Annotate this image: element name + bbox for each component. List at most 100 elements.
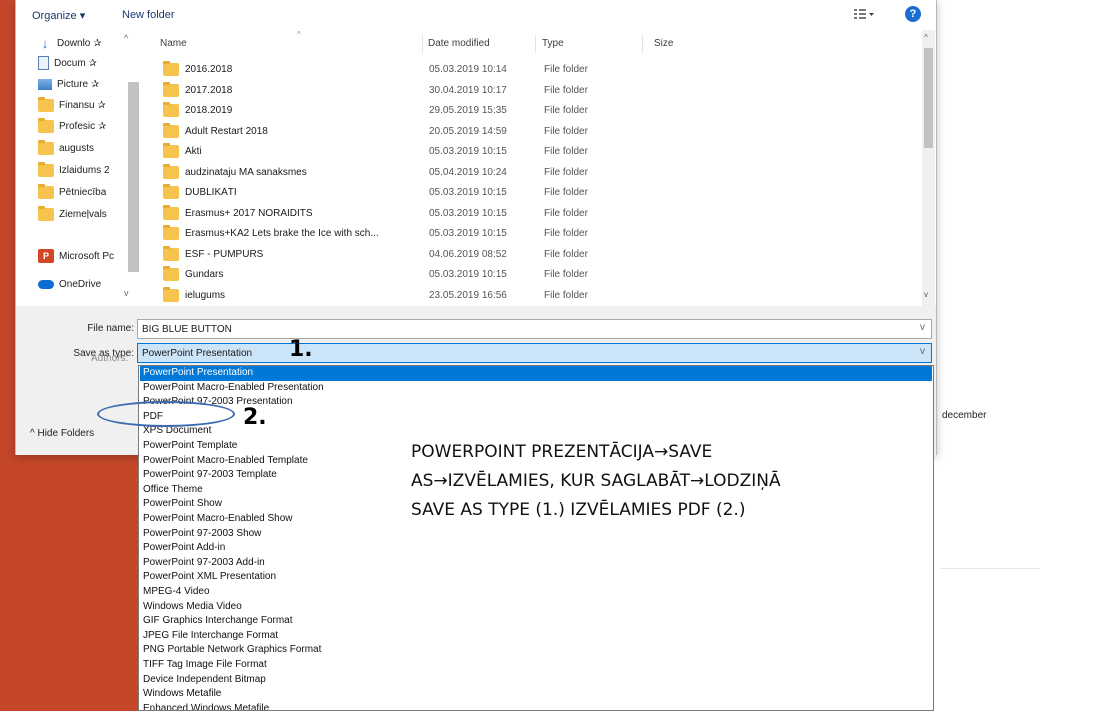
dropdown-option[interactable]: PNG Portable Network Graphics Format — [140, 643, 932, 658]
dropdown-option[interactable]: Windows Metafile — [140, 687, 932, 702]
dropdown-option[interactable]: PowerPoint Macro-Enabled Presentation — [140, 381, 932, 396]
view-options-icon[interactable] — [853, 7, 875, 21]
dropdown-option[interactable]: PowerPoint Presentation — [140, 366, 932, 381]
file-date: 05.03.2019 10:14 — [429, 64, 507, 75]
nav-item-petnieciba[interactable]: Pētniecība — [38, 182, 134, 202]
file-name: Adult Restart 2018 — [185, 125, 268, 137]
table-row[interactable]: 2018.2019 29.05.2019 15:35 File folder — [142, 101, 682, 121]
nav-item-ziemelvals[interactable]: Ziemeļvals — [38, 204, 134, 224]
dropdown-option[interactable]: Windows Media Video — [140, 600, 932, 615]
table-row[interactable]: audzinataju MA sanaksmes 05.04.2019 10:24… — [142, 163, 682, 183]
table-row[interactable]: Adult Restart 2018 20.05.2019 14:59 File f… — [142, 122, 682, 142]
nav-item-label: Docum ✰ — [54, 57, 97, 69]
scroll-up-icon[interactable]: ^ — [924, 33, 928, 42]
dropdown-option[interactable]: PowerPoint XML Presentation — [140, 570, 932, 585]
nav-item-documents[interactable]: Docum ✰ — [38, 53, 134, 73]
column-header-size[interactable]: Size — [654, 38, 673, 49]
nav-item-label: Microsoft Pc — [59, 250, 115, 262]
dropdown-option[interactable]: GIF Graphics Interchange Format — [140, 614, 932, 629]
folder-icon — [38, 205, 54, 221]
folder-icon — [163, 143, 179, 158]
file-date: 05.03.2019 10:15 — [429, 187, 507, 198]
file-type: File folder — [544, 228, 588, 239]
table-row[interactable]: ESF - PUMPURS 04.06.2019 08:52 File folder — [142, 245, 682, 265]
dropdown-option[interactable]: Device Independent Bitmap — [140, 673, 932, 688]
column-divider[interactable] — [422, 35, 423, 53]
nav-item-augusts[interactable]: augusts — [38, 138, 134, 158]
sort-ascending-icon: ^ — [297, 30, 301, 39]
folder-icon — [163, 286, 179, 302]
folder-icon — [163, 225, 179, 240]
nav-item-izlaidums[interactable]: Izlaidums 2 — [38, 160, 134, 180]
file-type: File folder — [544, 248, 588, 260]
file-date: 30.04.2019 10:17 — [429, 84, 507, 96]
nav-item-label: Profesic ✰ — [59, 120, 107, 132]
nav-item-profesic[interactable]: Profesic ✰ — [38, 116, 134, 136]
help-icon[interactable]: ? — [905, 6, 921, 22]
dropdown-option[interactable]: PowerPoint Add-in — [140, 541, 932, 556]
download-icon: ↓ — [41, 35, 49, 51]
file-date: 05.03.2019 10:15 — [429, 228, 507, 239]
file-list[interactable]: ^ Name Date modified Type Size 2016.2018… — [142, 30, 922, 306]
document-icon — [38, 56, 49, 70]
dropdown-option[interactable]: PowerPoint 97-2003 Add-in — [140, 556, 932, 571]
table-row[interactable]: 2017.2018 30.04.2019 10:17 File folder — [142, 81, 682, 101]
column-divider[interactable] — [535, 35, 536, 53]
new-folder-button[interactable]: New folder — [122, 9, 175, 21]
table-row[interactable]: ielugums 23.05.2019 16:56 File folder — [142, 286, 682, 306]
nav-item-downloads[interactable]: ↓ Downlo ✰ — [38, 33, 134, 53]
file-list-scrollbar[interactable]: ^ v — [922, 30, 935, 306]
column-divider[interactable] — [642, 35, 643, 53]
dropdown-option[interactable]: JPEG File Interchange Format — [140, 629, 932, 644]
folder-icon — [163, 204, 179, 220]
annotation-ellipse — [97, 401, 235, 427]
instruction-text: POWERPOINT PREZENTĀCIJA→SAVE AS→IZVĒLAMI… — [411, 438, 881, 525]
folder-icon — [163, 102, 179, 117]
table-row[interactable]: Erasmus+ 2017 NORAIDITS 05.03.2019 10:15 F… — [142, 204, 682, 224]
dropdown-option[interactable]: PowerPoint 97-2003 Show — [140, 527, 932, 542]
chevron-down-icon[interactable]: v — [920, 346, 925, 357]
file-date: 23.05.2019 16:56 — [429, 289, 507, 301]
scroll-down-icon[interactable]: v — [924, 290, 928, 299]
column-header-type[interactable]: Type — [542, 38, 564, 49]
nav-item-microsoft-powerpoint[interactable]: P Microsoft Pc — [38, 246, 134, 266]
file-list-scrollbar-thumb[interactable] — [924, 48, 933, 148]
file-name: Erasmus+ 2017 NORAIDITS — [185, 207, 313, 219]
organize-button[interactable]: Organize ▾ — [32, 9, 85, 22]
file-type: File folder — [544, 269, 588, 280]
dropdown-option[interactable]: MPEG-4 Video — [140, 585, 932, 600]
nav-item-onedrive[interactable]: OneDrive — [38, 274, 134, 294]
file-type: File folder — [544, 166, 588, 178]
column-header-name[interactable]: Name — [160, 38, 187, 49]
file-name: Erasmus+KA2 Lets brake the Ice with sch.… — [185, 228, 379, 239]
file-date: 29.05.2019 15:35 — [429, 105, 507, 116]
table-row[interactable]: Akti 05.03.2019 10:15 File folder — [142, 142, 682, 162]
nav-item-pictures[interactable]: Picture ✰ — [38, 74, 134, 94]
table-row[interactable]: Gundars 05.03.2019 10:15 File folder — [142, 265, 682, 285]
hide-folders-button[interactable]: ^ Hide Folders — [30, 428, 94, 439]
table-row[interactable]: Erasmus+KA2 Lets brake the Ice with sch.… — [142, 224, 682, 244]
dropdown-option[interactable]: TIFF Tag Image File Format — [140, 658, 932, 673]
nav-item-finansu[interactable]: Finansu ✰ — [38, 95, 134, 115]
folder-icon — [163, 81, 179, 97]
file-date: 05.04.2019 10:24 — [429, 166, 507, 178]
background-text: december — [942, 410, 987, 421]
table-row[interactable]: DUBLIKĀTI 05.03.2019 10:15 File folder — [142, 183, 682, 203]
file-type: File folder — [544, 84, 588, 96]
nav-item-label: Ziemeļvals — [59, 208, 107, 220]
file-name-field[interactable]: BIG BLUE BUTTON v — [137, 319, 932, 339]
save-as-type-select[interactable]: PowerPoint Presentation v — [137, 343, 932, 363]
table-row[interactable]: 2016.2018 05.03.2019 10:14 File folder — [142, 60, 682, 80]
navigation-pane[interactable]: ^ v ↓ Downlo ✰ Docum ✰ Picture ✰ Finansu… — [16, 30, 141, 306]
file-name: 2018.2019 — [185, 105, 233, 116]
chevron-down-icon[interactable]: v — [920, 322, 925, 333]
file-date: 04.06.2019 08:52 — [429, 248, 507, 260]
folder-icon — [38, 139, 54, 155]
nav-item-label: Izlaidums 2 — [59, 164, 110, 176]
dropdown-option[interactable]: Enhanced Windows Metafile — [140, 702, 932, 710]
file-name: Akti — [185, 146, 202, 157]
annotation-step-1: 1. — [289, 337, 313, 362]
nav-item-label: augusts — [59, 142, 95, 154]
file-name: audzinataju MA sanaksmes — [185, 166, 307, 178]
column-header-date[interactable]: Date modified — [428, 38, 490, 49]
